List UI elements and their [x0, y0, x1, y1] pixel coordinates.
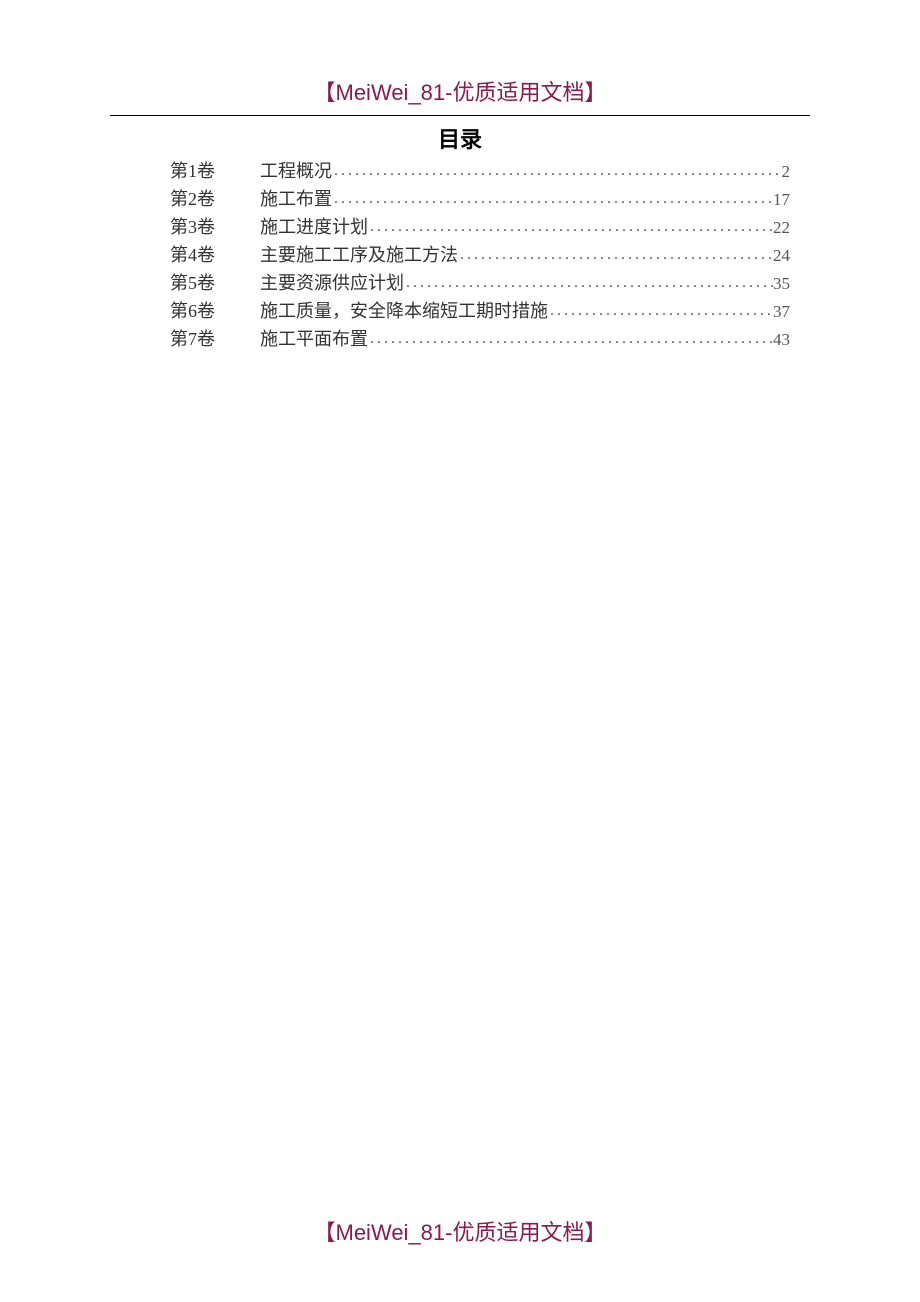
table-of-contents: 第1卷 工程概况 2 第2卷 施工布置 17 第3卷 施工进度计划 22: [110, 158, 810, 353]
toc-row: 第5卷 主要资源供应计划 35: [170, 270, 790, 297]
toc-label: 工程概况: [260, 158, 332, 185]
toc-volume: 第7卷: [170, 326, 260, 353]
toc-row: 第2卷 施工布置 17: [170, 186, 790, 213]
toc-label: 施工进度计划: [260, 214, 368, 241]
toc-leader-dots: [404, 271, 773, 295]
toc-volume: 第3卷: [170, 214, 260, 241]
page-footer: 【MeiWei_81-优质适用文档】: [0, 1215, 920, 1247]
toc-entry: 施工质量，安全降本缩短工期时措施 37: [260, 298, 790, 325]
toc-row: 第4卷 主要施工工序及施工方法 24: [170, 242, 790, 269]
toc-entry: 主要资源供应计划 35: [260, 270, 790, 297]
toc-leader-dots: [332, 187, 773, 211]
toc-volume: 第6卷: [170, 298, 260, 325]
page-header: 【MeiWei_81-优质适用文档】: [110, 75, 810, 116]
toc-page-number: 37: [773, 299, 790, 325]
toc-label: 施工质量，安全降本缩短工期时措施: [260, 298, 548, 325]
toc-leader-dots: [368, 327, 773, 351]
toc-row: 第6卷 施工质量，安全降本缩短工期时措施 37: [170, 298, 790, 325]
toc-entry: 工程概况 2: [260, 158, 790, 185]
toc-label: 施工布置: [260, 186, 332, 213]
toc-volume: 第1卷: [170, 158, 260, 185]
toc-entry: 施工布置 17: [260, 186, 790, 213]
toc-leader-dots: [332, 159, 782, 183]
toc-row: 第3卷 施工进度计划 22: [170, 214, 790, 241]
toc-page-number: 22: [773, 215, 790, 241]
document-page: 【MeiWei_81-优质适用文档】 目录 第1卷 工程概况 2 第2卷 施工布…: [0, 0, 920, 1302]
toc-volume: 第5卷: [170, 270, 260, 297]
toc-page-number: 17: [773, 187, 790, 213]
toc-page-number: 2: [782, 159, 791, 185]
toc-row: 第1卷 工程概况 2: [170, 158, 790, 185]
toc-leader-dots: [548, 299, 773, 323]
toc-row: 第7卷 施工平面布置 43: [170, 326, 790, 353]
toc-leader-dots: [368, 215, 773, 239]
toc-volume: 第4卷: [170, 242, 260, 269]
toc-page-number: 24: [773, 243, 790, 269]
toc-entry: 施工平面布置 43: [260, 326, 790, 353]
toc-entry: 主要施工工序及施工方法 24: [260, 242, 790, 269]
toc-entry: 施工进度计划 22: [260, 214, 790, 241]
toc-volume: 第2卷: [170, 186, 260, 213]
toc-leader-dots: [458, 243, 773, 267]
toc-title: 目录: [110, 122, 810, 154]
toc-label: 施工平面布置: [260, 326, 368, 353]
toc-label: 主要施工工序及施工方法: [260, 242, 458, 269]
toc-page-number: 35: [773, 271, 790, 297]
toc-label: 主要资源供应计划: [260, 270, 404, 297]
toc-page-number: 43: [773, 327, 790, 353]
